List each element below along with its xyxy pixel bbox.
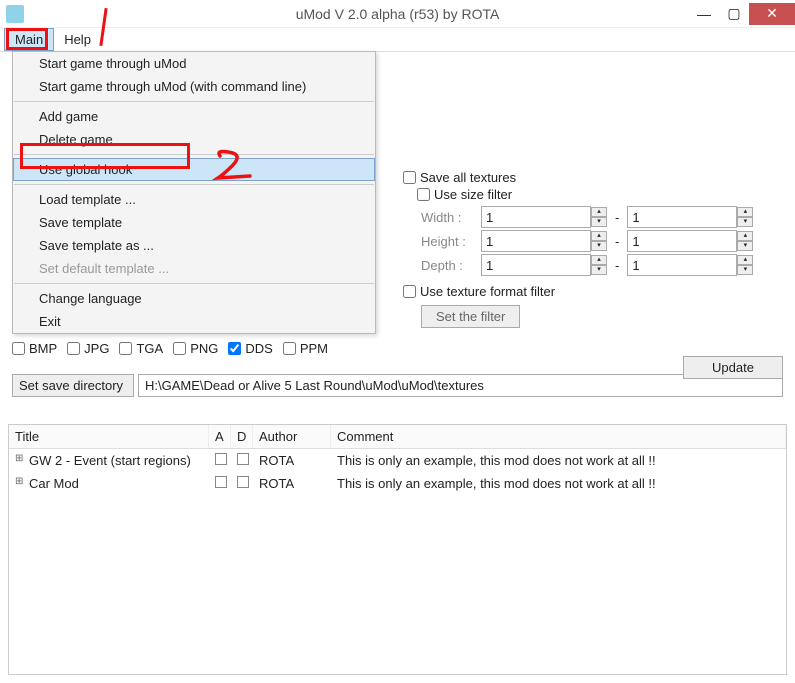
table-header: Title A D Author Comment bbox=[9, 425, 786, 449]
height-max-spinner[interactable]: ▴▾ bbox=[737, 231, 753, 251]
row-author: ROTA bbox=[253, 474, 331, 493]
ppm-checkbox[interactable]: PPM bbox=[283, 341, 328, 356]
use-texture-format-filter-input[interactable] bbox=[403, 285, 416, 298]
depth-label: Depth : bbox=[421, 258, 481, 273]
main-dropdown: Start game through uMod Start game throu… bbox=[12, 51, 376, 334]
update-button[interactable]: Update bbox=[683, 356, 783, 379]
width-min-input[interactable] bbox=[481, 206, 591, 228]
menu-help[interactable]: Help bbox=[54, 28, 101, 51]
dd-use-global-hook[interactable]: Use global hook bbox=[13, 158, 375, 181]
dd-add-game[interactable]: Add game bbox=[13, 105, 375, 128]
minimize-button[interactable]: — bbox=[689, 3, 719, 25]
width-max-spinner[interactable]: ▴▾ bbox=[737, 207, 753, 227]
dash: - bbox=[615, 234, 619, 249]
jpg-checkbox[interactable]: JPG bbox=[67, 341, 109, 356]
save-all-textures-label: Save all textures bbox=[420, 170, 516, 185]
close-button[interactable]: ✕ bbox=[749, 3, 795, 25]
th-title[interactable]: Title bbox=[9, 425, 209, 448]
row-title: Car Mod bbox=[23, 474, 209, 493]
dash: - bbox=[615, 210, 619, 225]
row-a-checkbox[interactable] bbox=[209, 451, 231, 470]
table-row[interactable]: ⊞ Car Mod ROTA This is only an example, … bbox=[9, 472, 786, 495]
height-label: Height : bbox=[421, 234, 481, 249]
row-comment: This is only an example, this mod does n… bbox=[331, 474, 786, 493]
th-author[interactable]: Author bbox=[253, 425, 331, 448]
depth-min-input[interactable] bbox=[481, 254, 591, 276]
dd-exit[interactable]: Exit bbox=[13, 310, 375, 333]
save-all-textures-checkbox[interactable]: Save all textures bbox=[403, 170, 783, 185]
dd-save-template[interactable]: Save template bbox=[13, 211, 375, 234]
dd-start-umod[interactable]: Start game through uMod bbox=[13, 52, 375, 75]
titlebar: uMod V 2.0 alpha (r53) by ROTA — ▢ ✕ bbox=[0, 0, 795, 28]
th-d[interactable]: D bbox=[231, 425, 253, 448]
dds-checkbox[interactable]: DDS bbox=[228, 341, 272, 356]
depth-max-input[interactable] bbox=[627, 254, 737, 276]
table-row[interactable]: ⊞ GW 2 - Event (start regions) ROTA This… bbox=[9, 449, 786, 472]
dd-separator bbox=[14, 154, 374, 155]
menubar: Main Help bbox=[0, 28, 795, 52]
height-min-spinner[interactable]: ▴▾ bbox=[591, 231, 607, 251]
row-d-checkbox[interactable] bbox=[231, 451, 253, 470]
dd-separator bbox=[14, 184, 374, 185]
row-comment: This is only an example, this mod does n… bbox=[331, 451, 786, 470]
dd-save-template-as[interactable]: Save template as ... bbox=[13, 234, 375, 257]
format-row: BMP JPG TGA PNG DDS PPM bbox=[12, 339, 783, 358]
dd-start-umod-cmdline[interactable]: Start game through uMod (with command li… bbox=[13, 75, 375, 98]
use-texture-format-filter-checkbox[interactable]: Use texture format filter bbox=[403, 284, 783, 299]
width-min-spinner[interactable]: ▴▾ bbox=[591, 207, 607, 227]
dd-change-language[interactable]: Change language bbox=[13, 287, 375, 310]
row-author: ROTA bbox=[253, 451, 331, 470]
dd-delete-game[interactable]: Delete game bbox=[13, 128, 375, 151]
depth-max-spinner[interactable]: ▴▾ bbox=[737, 255, 753, 275]
use-size-filter-checkbox[interactable]: Use size filter bbox=[417, 187, 783, 202]
tga-checkbox[interactable]: TGA bbox=[119, 341, 163, 356]
dd-set-default-template: Set default template ... bbox=[13, 257, 375, 280]
row-d-checkbox[interactable] bbox=[231, 474, 253, 493]
width-max-input[interactable] bbox=[627, 206, 737, 228]
height-max-input[interactable] bbox=[627, 230, 737, 252]
menu-main[interactable]: Main bbox=[4, 28, 54, 51]
th-comment[interactable]: Comment bbox=[331, 425, 786, 448]
height-min-input[interactable] bbox=[481, 230, 591, 252]
depth-min-spinner[interactable]: ▴▾ bbox=[591, 255, 607, 275]
row-a-checkbox[interactable] bbox=[209, 474, 231, 493]
width-label: Width : bbox=[421, 210, 481, 225]
expand-icon[interactable]: ⊞ bbox=[9, 474, 23, 493]
png-checkbox[interactable]: PNG bbox=[173, 341, 218, 356]
bmp-checkbox[interactable]: BMP bbox=[12, 341, 57, 356]
use-size-filter-input[interactable] bbox=[417, 188, 430, 201]
maximize-button[interactable]: ▢ bbox=[719, 3, 749, 25]
th-a[interactable]: A bbox=[209, 425, 231, 448]
dash: - bbox=[615, 258, 619, 273]
use-size-filter-label: Use size filter bbox=[434, 187, 512, 202]
mods-table: Title A D Author Comment ⊞ GW 2 - Event … bbox=[8, 424, 787, 675]
app-icon bbox=[6, 5, 24, 23]
expand-icon[interactable]: ⊞ bbox=[9, 451, 23, 470]
dd-load-template[interactable]: Load template ... bbox=[13, 188, 375, 211]
row-title: GW 2 - Event (start regions) bbox=[23, 451, 209, 470]
save-all-textures-input[interactable] bbox=[403, 171, 416, 184]
window-title: uMod V 2.0 alpha (r53) by ROTA bbox=[296, 6, 500, 22]
set-save-directory-button[interactable]: Set save directory bbox=[12, 374, 134, 397]
use-texture-format-filter-label: Use texture format filter bbox=[420, 284, 555, 299]
dd-separator bbox=[14, 101, 374, 102]
dd-separator bbox=[14, 283, 374, 284]
